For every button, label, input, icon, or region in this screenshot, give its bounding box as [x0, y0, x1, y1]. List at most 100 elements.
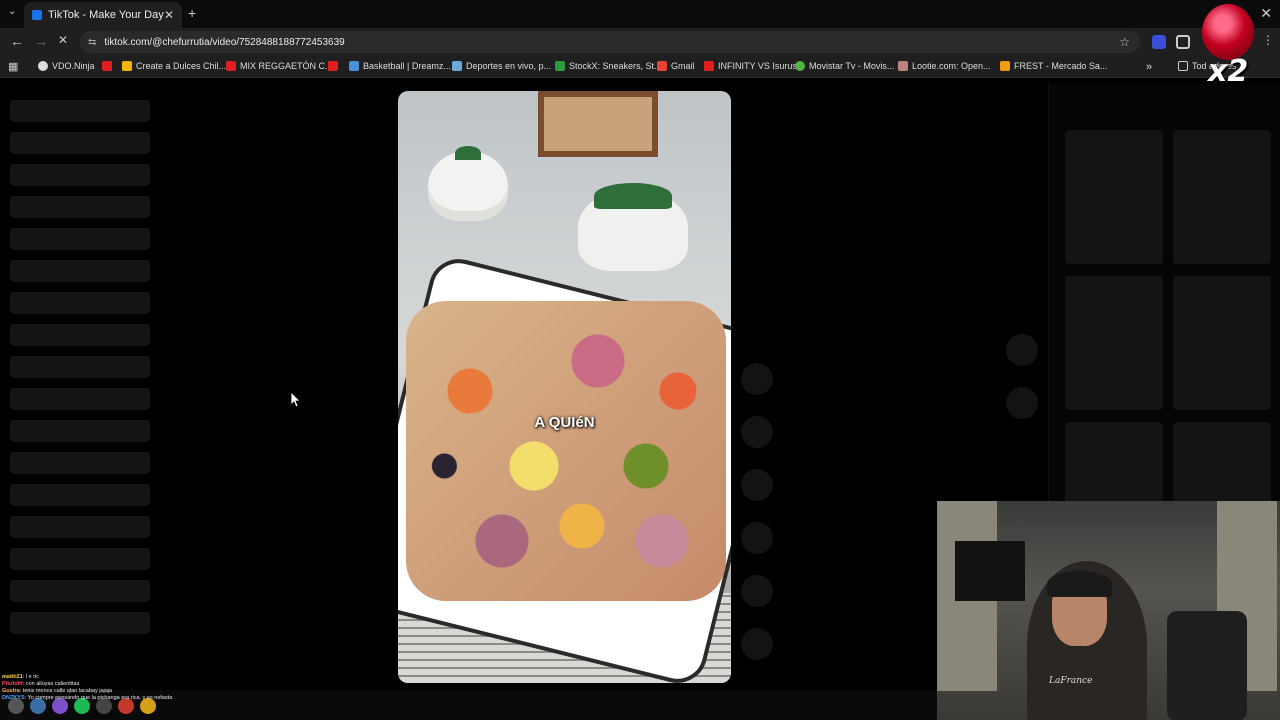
browser-toolbar: ← → ✕ ⇆ tiktok.com/@chefurrutia/video/75… — [0, 28, 1280, 56]
skeleton-item — [10, 548, 150, 570]
vdo-ninja-icon — [38, 61, 48, 71]
folder-icon — [122, 61, 132, 71]
youtube-icon — [328, 61, 338, 71]
nav-down-button-skeleton[interactable] — [1006, 387, 1038, 419]
skeleton-item — [10, 452, 150, 474]
skeleton-item — [10, 292, 150, 314]
tab-tiktok[interactable]: TikTok - Make Your Day ✕ — [24, 2, 182, 28]
stop-loading-button[interactable]: ✕ — [58, 33, 68, 47]
bookmark-gmail[interactable]: Gmail — [657, 61, 695, 71]
video-player[interactable]: A QUIéN — [398, 91, 731, 683]
related-card-skeleton — [1065, 276, 1163, 410]
chat-message: DNZKYS: Yo compre pensando que la pichan… — [2, 695, 252, 702]
bookmark-youtube-2[interactable] — [328, 61, 342, 71]
skeleton-item — [10, 580, 150, 602]
mouse-cursor-icon — [291, 392, 301, 408]
kettle-lid — [455, 146, 481, 160]
tiktok-favicon-icon — [32, 10, 42, 20]
new-tab-button[interactable]: + — [188, 5, 196, 21]
sidebar-skeleton — [10, 100, 150, 644]
action-button-skeleton[interactable] — [741, 575, 773, 607]
skeleton-item — [10, 356, 150, 378]
kettle — [428, 151, 508, 221]
related-panel-skeleton — [1048, 84, 1280, 556]
mercado-icon — [1000, 61, 1010, 71]
bookmark-basketball[interactable]: Basketball | Dreamz... — [349, 61, 451, 71]
chat-message: Pitufofit: con alluyas calientitas — [2, 681, 252, 688]
action-button-skeleton[interactable] — [741, 628, 773, 660]
window-close-button[interactable]: ✕ — [1260, 5, 1272, 22]
skeleton-item — [10, 228, 150, 250]
chat-message: matiti21: l e ric — [2, 674, 252, 681]
chat-text: : tenis menos calle qlao lacabay jajaja — [19, 688, 113, 694]
chat-username: DNZKYS — [2, 695, 25, 701]
stockx-icon — [555, 61, 565, 71]
bookmark-lootie[interactable]: Lootie.com: Open... — [898, 61, 991, 71]
apps-grid-icon[interactable]: ▦ — [8, 60, 18, 73]
streamer-cap — [1047, 571, 1112, 597]
tab-close-icon[interactable]: ✕ — [164, 8, 174, 22]
pot-lid — [594, 183, 672, 209]
skeleton-item — [10, 420, 150, 442]
related-card-skeleton — [1173, 130, 1271, 264]
chat-text: : con alluyas calientitas — [22, 681, 80, 687]
bookmark-infinity[interactable]: INFINITY VS Isurus — [704, 61, 797, 71]
bookmark-star-icon[interactable]: ☆ — [1119, 35, 1130, 49]
action-button-skeleton[interactable] — [741, 416, 773, 448]
chat-message: Gustra: tenis menos calle qlao lacabay j… — [2, 688, 252, 695]
roasted-vegetables — [406, 301, 726, 601]
shirt-logo: LaFrance — [1049, 676, 1093, 686]
chat-username: Gustra — [2, 688, 20, 694]
video-caption: A QUIéN — [534, 414, 595, 431]
skeleton-item — [10, 132, 150, 154]
bookmarks-bar: ▦ VDO.Ninja Create a Dulces Chil... MIX … — [0, 56, 1280, 78]
bookmark-frest[interactable]: FREST - Mercado Sa... — [1000, 61, 1107, 71]
infinity-icon — [704, 61, 714, 71]
webcam-overlay: LaFrance — [937, 501, 1280, 720]
browser-menu-icon[interactable]: ⋮ — [1262, 33, 1274, 47]
related-card-skeleton — [1173, 276, 1271, 410]
skeleton-item — [10, 612, 150, 634]
youtube-icon — [102, 61, 112, 71]
skeleton-item — [10, 388, 150, 410]
nav-up-button-skeleton[interactable] — [1006, 334, 1038, 366]
chat-username: matiti21 — [2, 674, 23, 680]
skeleton-item — [10, 260, 150, 282]
basketball-site-icon — [349, 61, 359, 71]
address-bar[interactable]: ⇆ tiktok.com/@chefurrutia/video/75284881… — [80, 31, 1140, 53]
bookmark-vdo-ninja[interactable]: VDO.Ninja — [38, 61, 95, 71]
back-button[interactable]: ← — [10, 33, 24, 49]
skeleton-item — [10, 484, 150, 506]
url-text[interactable]: tiktok.com/@chefurrutia/video/7528488188… — [104, 37, 344, 48]
skeleton-item — [10, 100, 150, 122]
bookmark-mix-reggaeton[interactable]: MIX REGGAETÓN C... — [226, 61, 333, 71]
site-info-icon[interactable]: ⇆ — [88, 37, 96, 48]
action-button-skeleton[interactable] — [741, 522, 773, 554]
extensions-puzzle-icon[interactable] — [1176, 35, 1190, 49]
multiplier-badge: x2 — [1196, 0, 1260, 92]
bookmarks-overflow-button[interactable]: » — [1146, 61, 1152, 73]
gmail-icon — [657, 61, 667, 71]
red-orb-icon — [1202, 4, 1254, 60]
bookmark-youtube-1[interactable] — [102, 61, 116, 71]
forward-button[interactable]: → — [34, 33, 48, 49]
folder-icon — [1178, 61, 1188, 71]
bookmark-dulces[interactable]: Create a Dulces Chil... — [122, 61, 226, 71]
tab-search-button[interactable]: ⌄ — [8, 6, 16, 17]
extension-icon[interactable] — [1152, 35, 1166, 49]
bookmark-deportes[interactable]: Deportes en vivo, p... — [452, 61, 551, 71]
tab-strip: ⌄ TikTok - Make Your Day ✕ + ✕ — [0, 0, 1280, 28]
gaming-chair — [1167, 611, 1247, 720]
bookmark-stockx[interactable]: StockX: Sneakers, St... — [555, 61, 662, 71]
skeleton-item — [10, 196, 150, 218]
skeleton-item — [10, 516, 150, 538]
multiplier-text: x2 — [1208, 54, 1249, 89]
action-button-skeleton[interactable] — [741, 469, 773, 501]
background-monitor — [955, 541, 1025, 601]
movistar-icon — [795, 61, 805, 71]
action-button-skeleton[interactable] — [741, 363, 773, 395]
skeleton-item — [10, 324, 150, 346]
chat-text: : Yo compre pensando que la pichanga era… — [24, 695, 173, 701]
chat-text: : l e ric — [22, 674, 39, 680]
bookmark-movistar[interactable]: Movistar Tv - Movis... — [795, 61, 894, 71]
